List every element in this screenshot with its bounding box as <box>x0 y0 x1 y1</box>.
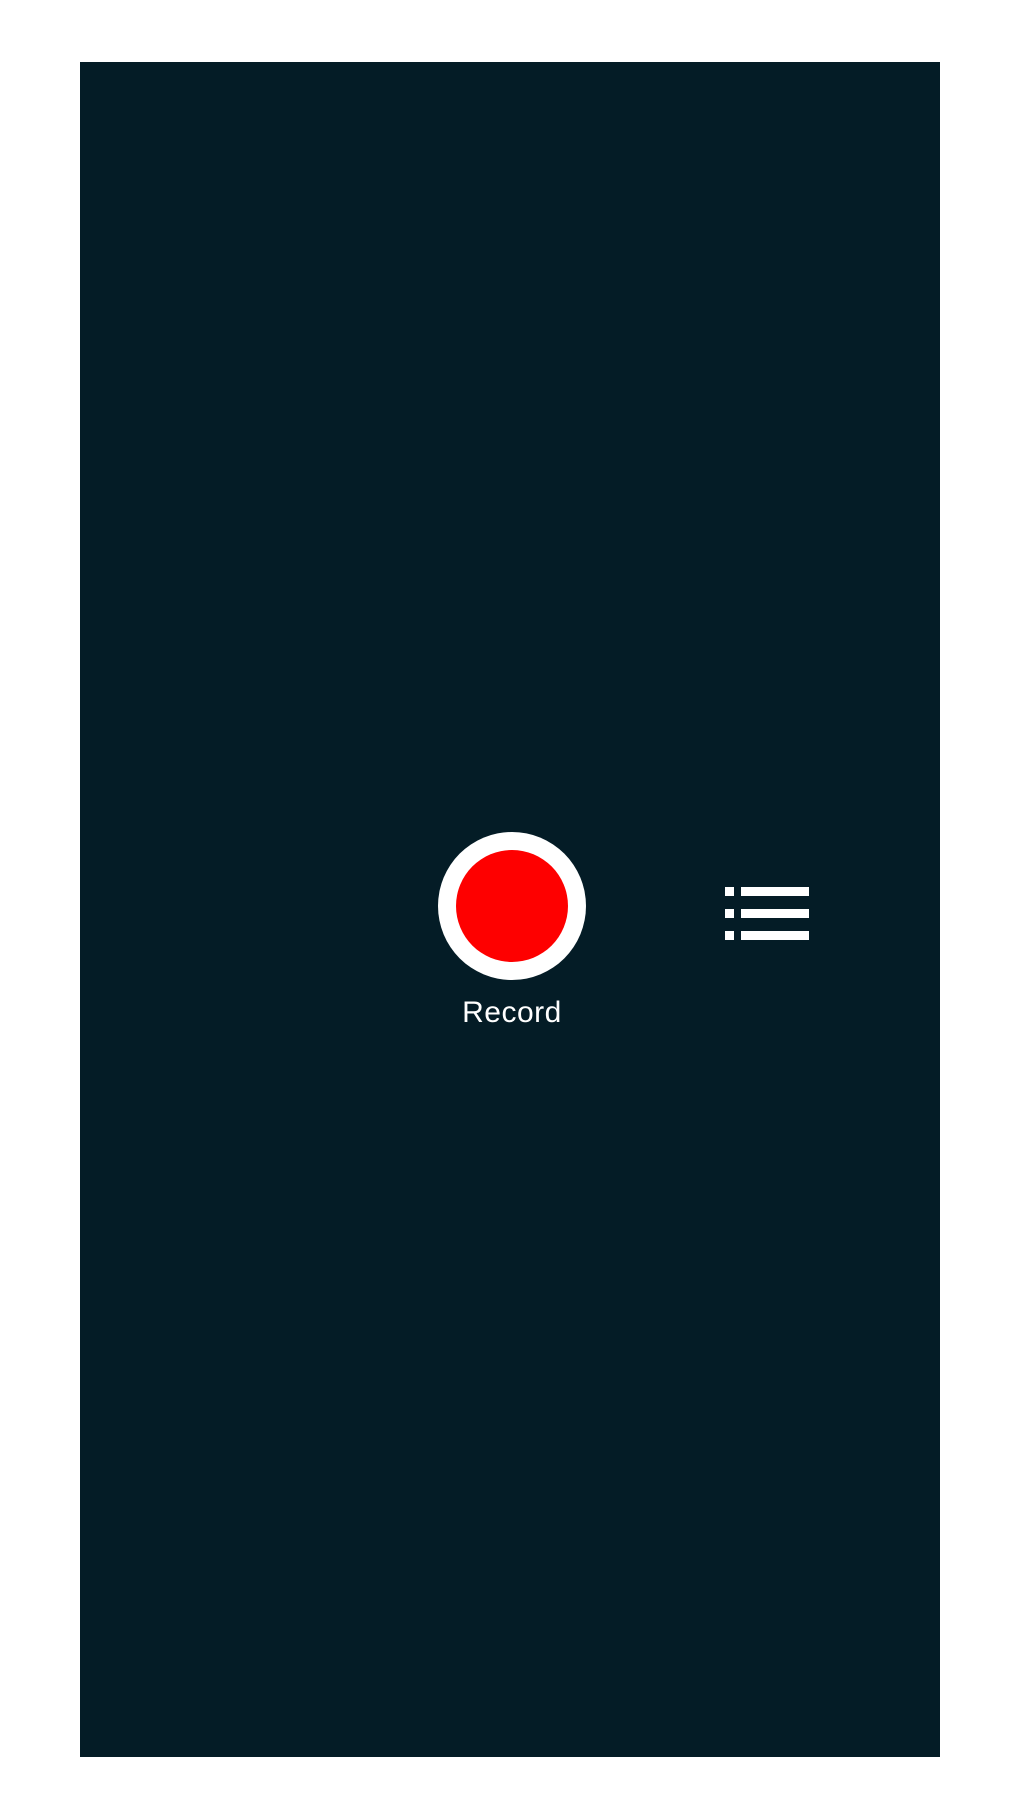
record-button[interactable] <box>438 832 586 980</box>
record-icon <box>456 850 568 962</box>
list-icon <box>725 887 809 940</box>
app-screen: Record <box>80 62 940 1757</box>
record-label: Record <box>462 996 562 1029</box>
record-control: Record <box>438 832 586 1030</box>
recordings-list-button[interactable] <box>725 884 811 944</box>
